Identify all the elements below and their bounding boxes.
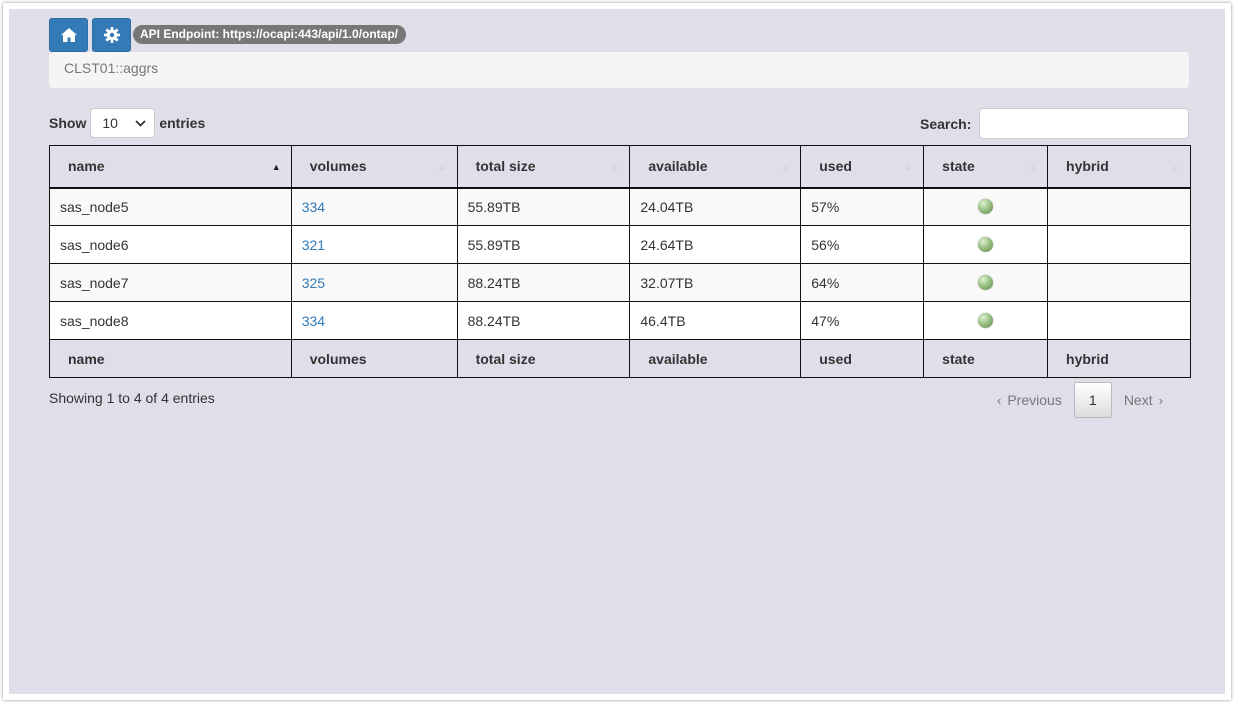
column-header-total-size[interactable]: total size ▲ [456,145,631,189]
cell-total-size: 55.89TB [456,225,631,264]
column-label: total size [475,158,536,175]
column-header-hybrid[interactable]: hybrid ▲ [1047,145,1191,189]
footer-used: used [800,339,925,378]
footer-total-size: total size [456,339,631,378]
volumes-link[interactable]: 325 [302,275,325,291]
column-header-state[interactable]: state ▲ [923,145,1049,189]
table-row: sas_node8 334 88.24TB 46.4TB 47% [49,301,1191,340]
sort-icon: ▲ [904,162,914,172]
state-online-icon [978,275,994,290]
volumes-link[interactable]: 334 [302,199,325,215]
cell-volumes: 325 [290,263,458,302]
state-online-icon [978,313,994,328]
cell-name: sas_node5 [49,187,292,226]
cell-hybrid [1047,225,1191,264]
sort-icon: ▲ [781,162,791,172]
cell-available: 24.04TB [629,187,802,226]
column-label: name [68,158,105,175]
table-row: sas_node6 321 55.89TB 24.64TB 56% [49,225,1191,264]
breadcrumb-item: CLST01::aggrs [64,60,159,76]
search-input[interactable] [979,108,1190,139]
toolbar: API Endpoint: https://ocapi:443/api/1.0/… [49,18,407,52]
previous-button[interactable]: ‹ Previous [979,383,1074,417]
column-header-volumes[interactable]: volumes ▲ [290,145,458,189]
footer-state: state [923,339,1049,378]
table-row: sas_node5 334 55.89TB 24.04TB 57% [49,187,1191,226]
table-header-row: name ▲ volumes ▲ total size ▲ available ▲ us… [49,145,1191,189]
column-label: state [942,158,975,175]
cell-name: sas_node7 [49,263,292,302]
next-button[interactable]: Next › [1112,383,1181,417]
cell-hybrid [1047,301,1191,340]
cell-hybrid [1047,187,1191,226]
gear-icon [103,27,120,43]
footer-name: name [49,339,292,378]
cell-volumes: 321 [290,225,458,264]
state-online-icon [978,199,994,215]
window-frame: API Endpoint: https://ocapi:443/api/1.0/… [3,3,1231,700]
cell-used: 64% [800,263,925,302]
home-button[interactable] [49,18,88,52]
cell-state [923,301,1049,340]
cell-used: 56% [800,225,925,264]
column-header-available[interactable]: available ▲ [629,145,802,189]
page-length-value: 10 [102,115,118,131]
breadcrumb: CLST01::aggrs [49,52,1189,88]
cell-total-size: 88.24TB [456,263,631,302]
footer-volumes: volumes [290,339,458,378]
volumes-link[interactable]: 321 [302,237,325,253]
footer-available: available [629,339,802,378]
pagination: ‹ Previous 1 Next › [979,382,1181,418]
sort-ascending-icon: ▲ [271,162,281,172]
volumes-link[interactable]: 334 [302,313,325,329]
previous-label: Previous [1007,392,1062,408]
column-header-name[interactable]: name ▲ [49,145,292,189]
sort-icon: ▲ [1171,162,1180,172]
cell-total-size: 88.24TB [456,301,631,340]
search-control: Search: [920,108,1190,139]
page-1-button[interactable]: 1 [1073,382,1112,418]
state-online-icon [978,237,994,252]
settings-button[interactable] [92,18,131,52]
entries-label: entries [159,115,206,131]
home-icon [60,28,77,42]
cell-used: 47% [800,301,925,340]
column-label: available [648,158,708,175]
cell-name: sas_node6 [49,225,292,264]
chevron-left-icon: ‹ [997,392,1002,408]
table-info: Showing 1 to 4 of 4 entries [49,390,215,406]
column-label: used [819,158,852,175]
cell-state [923,187,1049,226]
chevron-right-icon: › [1158,392,1163,408]
cell-state [923,263,1049,302]
table-footer-row: name volumes total size available used s… [49,339,1191,378]
aggregates-table: name ▲ volumes ▲ total size ▲ available ▲ us… [49,145,1191,378]
sort-icon: ▲ [1028,162,1038,172]
next-label: Next [1123,392,1153,408]
page-length-control: Show 10 entries [49,108,205,138]
cell-volumes: 334 [290,187,458,226]
cell-total-size: 55.89TB [456,187,631,226]
column-label: volumes [309,158,367,175]
cell-available: 24.64TB [629,225,802,264]
sort-icon: ▲ [610,162,620,172]
page-length-select[interactable]: 10 [90,108,156,138]
api-endpoint-badge: API Endpoint: https://ocapi:443/api/1.0/… [133,25,407,44]
cell-used: 57% [800,187,925,226]
sort-icon: ▲ [437,162,447,172]
cell-available: 32.07TB [629,263,802,302]
cell-hybrid [1047,263,1191,302]
search-label: Search: [920,115,972,132]
cell-available: 46.4TB [629,301,802,340]
footer-hybrid: hybrid [1047,339,1191,378]
cell-name: sas_node8 [49,301,292,340]
cell-volumes: 334 [290,301,458,340]
column-label: hybrid [1066,158,1109,175]
table-row: sas_node7 325 88.24TB 32.07TB 64% [49,263,1191,302]
chevron-down-icon [135,119,146,127]
content-panel: API Endpoint: https://ocapi:443/api/1.0/… [9,9,1225,694]
cell-state [923,225,1049,264]
column-header-used[interactable]: used ▲ [800,145,925,189]
show-label: Show [49,115,87,131]
